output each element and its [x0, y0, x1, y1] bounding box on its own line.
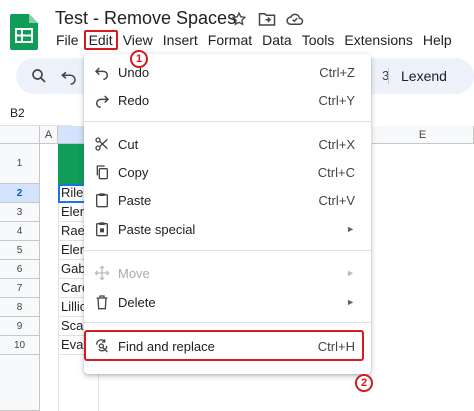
- submenu-arrow-icon: ►: [346, 224, 355, 234]
- menu-item-label: Copy: [118, 164, 149, 180]
- move-icon: [94, 265, 110, 281]
- edit-menu-dropdown: Undo Ctrl+Z Redo Ctrl+Y Cut Ctrl+X Copy …: [84, 54, 371, 374]
- menu-item-label: Move: [118, 265, 150, 281]
- move-to-folder-icon[interactable]: [258, 10, 276, 28]
- submenu-arrow-icon: ►: [346, 297, 355, 307]
- menubar: File Edit View Insert Format Data Tools …: [51, 30, 457, 50]
- undo-icon: [94, 64, 110, 80]
- menu-item-label: Cut: [118, 136, 139, 152]
- shortcut-label: Ctrl+Y: [318, 92, 355, 108]
- menu-insert[interactable]: Insert: [158, 30, 203, 50]
- menu-item-redo[interactable]: Redo Ctrl+Y: [84, 86, 371, 114]
- row-header-8[interactable]: 8: [0, 298, 40, 317]
- step-1-badge: 1: [130, 50, 148, 68]
- toolbar-divider: [388, 68, 389, 84]
- document-title[interactable]: Test - Remove Spaces: [55, 8, 236, 29]
- shortcut-label: Ctrl+X: [318, 136, 355, 152]
- menu-item-undo[interactable]: Undo Ctrl+Z: [84, 58, 371, 86]
- select-all-corner[interactable]: [0, 126, 40, 144]
- row-header-9[interactable]: 9: [0, 317, 40, 336]
- row-header-10[interactable]: 10: [0, 336, 40, 355]
- font-name: Lexend: [401, 68, 447, 84]
- name-box[interactable]: B2: [0, 100, 72, 126]
- row-header-empty: [0, 355, 40, 411]
- shortcut-label: Ctrl+C: [317, 164, 355, 180]
- cut-icon: [94, 136, 110, 152]
- column-header-a[interactable]: A: [40, 126, 58, 144]
- sheets-logo-icon[interactable]: [10, 14, 38, 50]
- menu-item-cut[interactable]: Cut Ctrl+X: [84, 130, 371, 158]
- menu-item-paste[interactable]: Paste Ctrl+V: [84, 186, 371, 214]
- menu-data[interactable]: Data: [257, 30, 297, 50]
- menu-divider: [84, 121, 371, 122]
- delete-icon: [94, 294, 110, 310]
- row-header-4[interactable]: 4: [0, 222, 40, 241]
- shortcut-label: Ctrl+V: [318, 192, 355, 208]
- copy-icon: [94, 164, 110, 180]
- menu-item-copy[interactable]: Copy Ctrl+C: [84, 158, 371, 186]
- submenu-arrow-icon: ►: [346, 268, 355, 278]
- font-selector[interactable]: Lexend ▼: [401, 66, 474, 86]
- menu-divider: [84, 250, 371, 251]
- menu-item-label: Paste special: [118, 221, 196, 237]
- search-menus-icon[interactable]: [30, 67, 48, 85]
- find-replace-highlight-box: [84, 330, 364, 361]
- paste-special-icon: [94, 221, 110, 237]
- row-header-7[interactable]: 7: [0, 279, 40, 298]
- star-icon[interactable]: [230, 10, 248, 28]
- paste-icon: [94, 192, 110, 208]
- menu-extensions[interactable]: Extensions: [339, 30, 417, 50]
- row-header-3[interactable]: 3: [0, 203, 40, 222]
- menu-item-move[interactable]: Move ►: [84, 259, 371, 287]
- menu-format[interactable]: Format: [203, 30, 257, 50]
- undo-toolbar-icon[interactable]: [60, 67, 78, 85]
- cloud-status-icon[interactable]: [286, 10, 304, 28]
- menu-divider: [84, 322, 371, 323]
- menu-item-label: Paste: [118, 192, 152, 208]
- step-2-badge: 2: [355, 374, 373, 392]
- menu-view[interactable]: View: [118, 30, 158, 50]
- menu-edit[interactable]: Edit: [83, 30, 118, 50]
- menu-item-label: Delete: [118, 294, 156, 310]
- column-header-e[interactable]: E: [372, 126, 474, 144]
- menu-help[interactable]: Help: [418, 30, 457, 50]
- row-header-1[interactable]: 1: [0, 144, 40, 184]
- menu-tools[interactable]: Tools: [297, 30, 340, 50]
- shortcut-label: Ctrl+Z: [319, 64, 355, 80]
- row-header-2[interactable]: 2: [0, 184, 40, 203]
- menu-item-delete[interactable]: Delete ►: [84, 288, 371, 316]
- menu-file[interactable]: File: [51, 30, 84, 50]
- row-header-5[interactable]: 5: [0, 241, 40, 260]
- row-header-6[interactable]: 6: [0, 260, 40, 279]
- menu-item-paste-special[interactable]: Paste special ►: [84, 215, 371, 243]
- menu-item-label: Redo: [118, 92, 150, 108]
- redo-icon: [94, 92, 110, 108]
